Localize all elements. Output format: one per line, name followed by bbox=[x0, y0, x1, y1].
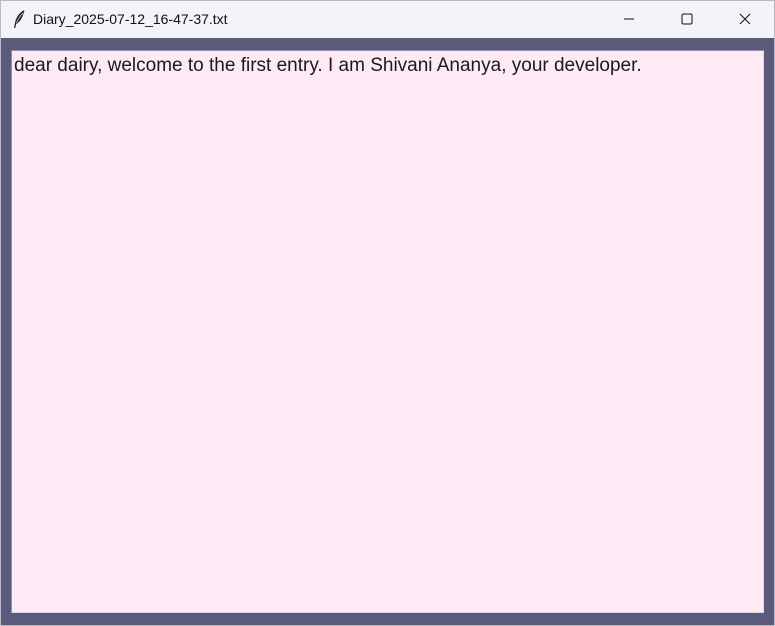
app-window: Diary_2025-07-12_16-47-37.txt dear dairy… bbox=[0, 0, 775, 626]
minimize-button[interactable] bbox=[600, 1, 658, 37]
title-bar[interactable]: Diary_2025-07-12_16-47-37.txt bbox=[1, 1, 774, 37]
diary-text-area[interactable]: dear dairy, welcome to the first entry. … bbox=[11, 50, 764, 613]
minimize-icon bbox=[623, 13, 635, 25]
maximize-button[interactable] bbox=[658, 1, 716, 37]
window-controls bbox=[600, 1, 774, 37]
close-icon bbox=[739, 13, 751, 25]
editor-frame: dear dairy, welcome to the first entry. … bbox=[1, 38, 774, 625]
close-button[interactable] bbox=[716, 1, 774, 37]
maximize-icon bbox=[681, 13, 693, 25]
window-title: Diary_2025-07-12_16-47-37.txt bbox=[33, 11, 228, 27]
feather-quill-icon bbox=[7, 1, 31, 37]
